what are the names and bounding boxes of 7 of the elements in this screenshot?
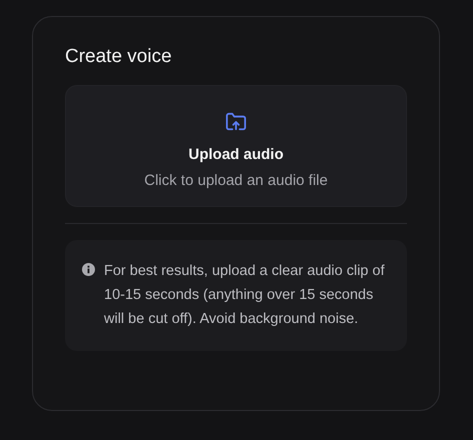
folder-upload-icon: [225, 112, 247, 132]
upload-dropzone[interactable]: Upload audio Click to upload an audio file: [65, 85, 407, 207]
upload-hint: Click to upload an audio file: [144, 170, 328, 190]
info-text: For best results, upload a clear audio clip of 10-15 seconds (anything over 15 seconds will be cut off). Avoid background noise.: [104, 262, 386, 329]
upload-title: Upload audio: [188, 145, 284, 165]
card-title: Create voice: [65, 45, 173, 69]
info-icon: [82, 263, 95, 276]
